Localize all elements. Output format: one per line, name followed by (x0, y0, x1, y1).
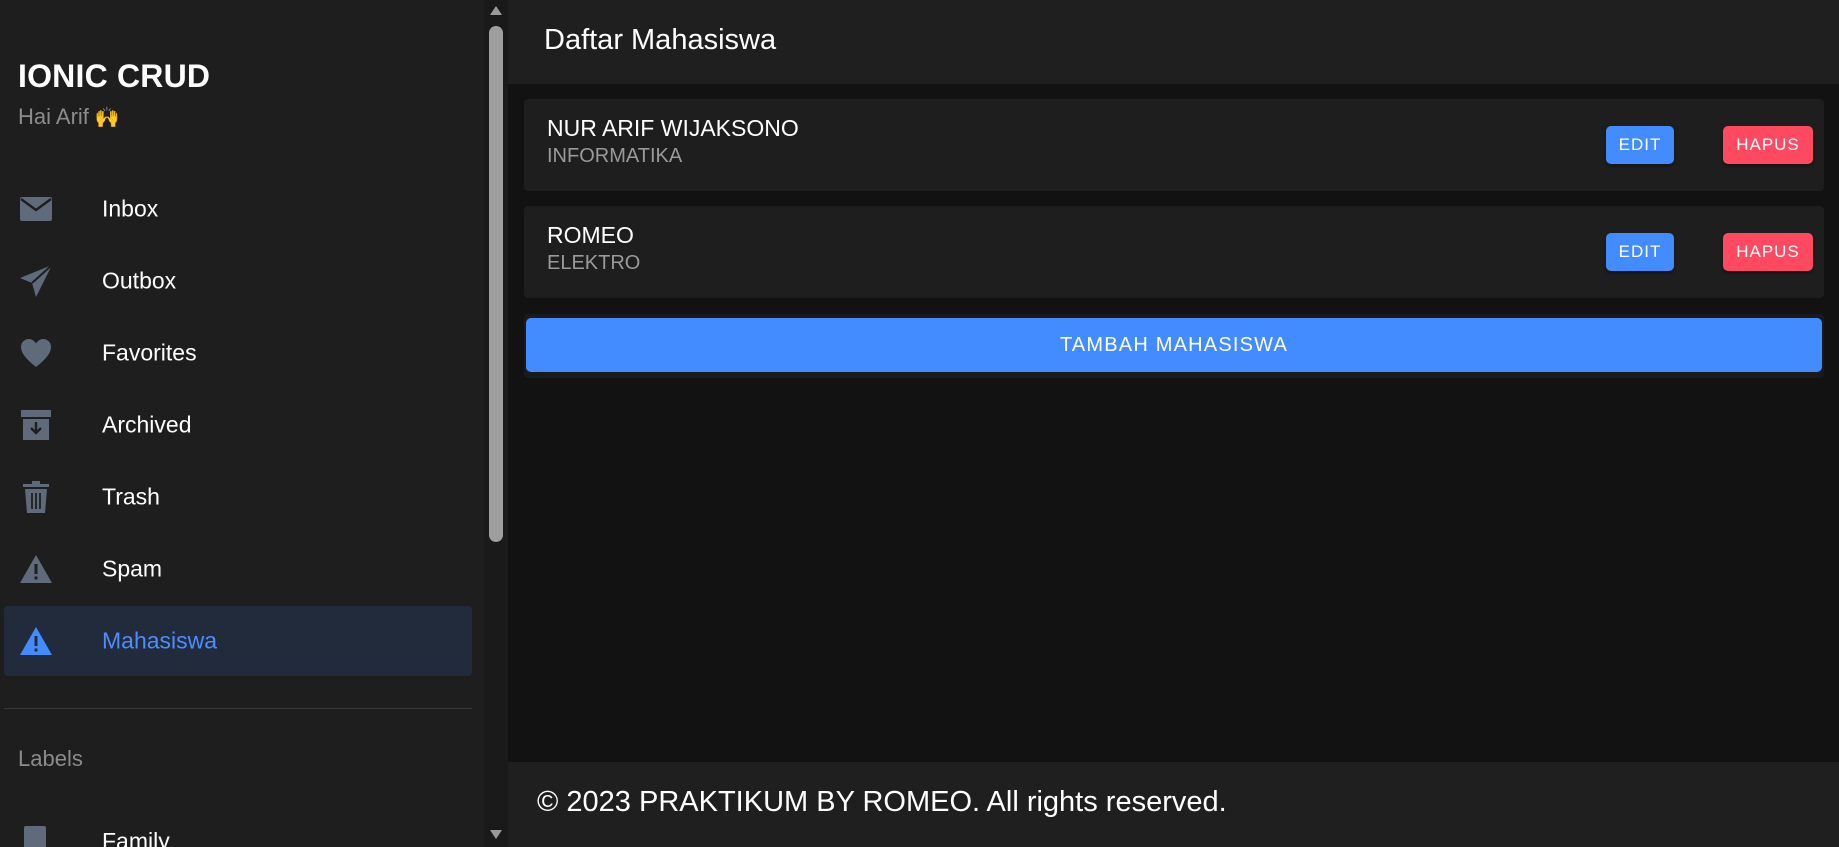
menu-item-mahasiswa[interactable]: Mahasiswa (4, 606, 472, 676)
add-student-button[interactable]: TAMBAH MAHASISWA (526, 318, 1822, 372)
mail-icon (18, 191, 54, 227)
delete-button[interactable]: HAPUS (1723, 126, 1813, 164)
delete-button[interactable]: HAPUS (1723, 233, 1813, 271)
menu-subtitle-text: Hai Arif (18, 104, 89, 129)
menu-title: IONIC CRUD (18, 58, 211, 94)
raising-hands-emoji: 🙌 (94, 107, 120, 129)
page-title: Daftar Mahasiswa (544, 24, 777, 56)
menu-item-trash[interactable]: Trash (4, 462, 472, 532)
menu-item-inbox[interactable]: Inbox (4, 174, 472, 244)
scrollbar-thumb[interactable] (489, 26, 503, 542)
menu-item-label: Spam (102, 555, 163, 582)
warning-icon (18, 623, 54, 659)
menu-item-label: Mahasiswa (102, 627, 218, 654)
student-card: NUR ARIF WIJAKSONO INFORMATIKA EDIT HAPU… (524, 99, 1824, 191)
archive-icon (18, 407, 54, 443)
sidebar-scrollbar[interactable] (484, 0, 508, 847)
edit-button[interactable]: EDIT (1606, 126, 1674, 164)
add-student-container: TAMBAH MAHASISWA (524, 314, 1824, 378)
menu-item-outbox[interactable]: Outbox (4, 246, 472, 316)
page-footer: © 2023 PRAKTIKUM BY ROMEO. All rights re… (508, 762, 1839, 847)
menu-item-label: Archived (102, 411, 192, 438)
menu-item-label: Trash (102, 483, 160, 510)
menu-item-spam[interactable]: Spam (4, 534, 472, 604)
trash-icon (18, 479, 54, 515)
student-major: ELEKTRO (547, 252, 641, 274)
edit-button[interactable]: EDIT (1606, 233, 1674, 271)
student-name: ROMEO (547, 222, 634, 248)
paper-plane-icon (18, 263, 54, 299)
label-item-family[interactable]: Family (0, 820, 484, 847)
main-content: Daftar Mahasiswa NUR ARIF WIJAKSONO INFO… (508, 0, 1839, 847)
menu-item-archived[interactable]: Archived (4, 390, 472, 460)
menu-subtitle: Hai Arif 🙌 (18, 104, 120, 130)
label-item-text: Family (102, 828, 170, 847)
scroll-down-arrow-icon[interactable] (490, 830, 502, 839)
page-header: Daftar Mahasiswa (508, 0, 1839, 84)
labels-heading: Labels (18, 746, 83, 771)
warning-icon (18, 551, 54, 587)
menu-item-label: Outbox (102, 267, 177, 294)
side-menu: IONIC CRUD Hai Arif 🙌 Inbox Outbox Favor… (0, 0, 484, 847)
student-name: NUR ARIF WIJAKSONO (547, 115, 799, 141)
heart-icon (18, 335, 54, 371)
student-card: ROMEO ELEKTRO EDIT HAPUS (524, 206, 1824, 298)
menu-item-label: Favorites (102, 339, 197, 366)
footer-copyright: © 2023 PRAKTIKUM BY ROMEO. All rights re… (537, 786, 1227, 818)
menu-item-favorites[interactable]: Favorites (4, 318, 472, 388)
student-major: INFORMATIKA (547, 145, 683, 167)
menu-item-label: Inbox (102, 195, 159, 222)
scroll-up-arrow-icon[interactable] (490, 6, 502, 15)
menu-divider (4, 708, 472, 709)
app-root: IONIC CRUD Hai Arif 🙌 Inbox Outbox Favor… (0, 0, 1839, 847)
bookmark-icon (24, 826, 46, 847)
